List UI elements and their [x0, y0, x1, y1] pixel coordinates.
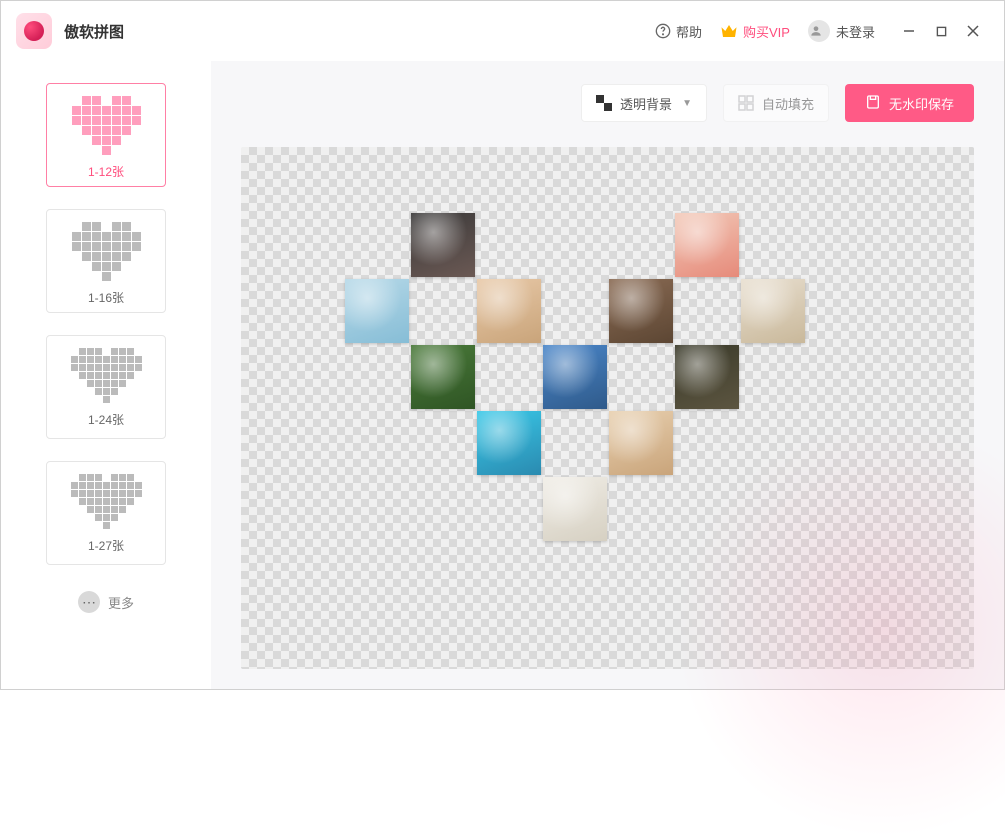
crown-icon — [720, 24, 738, 38]
maximize-icon — [936, 26, 947, 37]
help-icon — [655, 23, 671, 39]
photo-slot[interactable] — [543, 345, 607, 409]
heart-icon — [71, 348, 142, 403]
toolbar: 透明背景 ▼ 自动填充 无水印保存 — [241, 81, 974, 125]
vip-label: 购买VIP — [743, 22, 790, 41]
photo-slot[interactable] — [675, 345, 739, 409]
autofill-button[interactable]: 自动填充 — [723, 84, 829, 122]
collage-grid — [345, 213, 871, 541]
photo-slot[interactable] — [609, 279, 673, 343]
autofill-label: 自动填充 — [762, 94, 814, 113]
more-templates-button[interactable]: ⋯ 更多 — [78, 591, 134, 613]
photo-slot[interactable] — [543, 477, 607, 541]
chevron-down-icon: ▼ — [682, 98, 692, 109]
photo-slot[interactable] — [675, 213, 739, 277]
save-label: 无水印保存 — [889, 94, 954, 113]
template-label: 1-27张 — [88, 537, 124, 554]
photo-slot[interactable] — [411, 213, 475, 277]
more-label: 更多 — [108, 593, 134, 612]
maximize-button[interactable] — [925, 17, 957, 45]
buy-vip-button[interactable]: 购买VIP — [720, 22, 790, 41]
template-card-0[interactable]: 1-12张 — [46, 83, 166, 187]
heart-icon — [71, 474, 142, 529]
app-title: 傲软拼图 — [64, 21, 124, 42]
photo-slot[interactable] — [477, 279, 541, 343]
background-label: 透明背景 — [620, 94, 672, 113]
background-dropdown[interactable]: 透明背景 ▼ — [581, 84, 707, 122]
grid-icon — [738, 95, 754, 111]
photo-slot[interactable] — [741, 279, 805, 343]
template-card-1[interactable]: 1-16张 — [46, 209, 166, 313]
main-area: 透明背景 ▼ 自动填充 无水印保存 — [211, 61, 1004, 689]
template-sidebar: 1-12张 1-16张 1-24张 1-27张 ⋯ 更多 — [1, 61, 211, 689]
collage-canvas[interactable] — [241, 147, 974, 669]
transparency-icon — [596, 95, 612, 111]
save-button[interactable]: 无水印保存 — [845, 84, 974, 122]
heart-icon — [72, 222, 141, 281]
titlebar: 傲软拼图 帮助 购买VIP 未登录 — [1, 1, 1004, 61]
login-button[interactable]: 未登录 — [808, 20, 875, 42]
template-label: 1-24张 — [88, 411, 124, 428]
template-card-3[interactable]: 1-27张 — [46, 461, 166, 565]
photo-slot[interactable] — [609, 411, 673, 475]
photo-slot[interactable] — [411, 345, 475, 409]
minimize-button[interactable] — [893, 17, 925, 45]
template-label: 1-16张 — [88, 289, 124, 306]
app-logo — [16, 13, 52, 49]
template-label: 1-12张 — [88, 163, 124, 180]
heart-icon — [72, 96, 141, 155]
minimize-icon — [903, 25, 915, 37]
close-button[interactable] — [957, 17, 989, 45]
template-card-2[interactable]: 1-24张 — [46, 335, 166, 439]
login-label: 未登录 — [836, 22, 875, 41]
photo-slot[interactable] — [477, 411, 541, 475]
save-icon — [865, 94, 881, 113]
photo-slot[interactable] — [345, 279, 409, 343]
more-icon: ⋯ — [78, 591, 100, 613]
close-icon — [967, 25, 979, 37]
avatar-icon — [808, 20, 830, 42]
help-label: 帮助 — [676, 22, 702, 41]
help-button[interactable]: 帮助 — [655, 22, 702, 41]
